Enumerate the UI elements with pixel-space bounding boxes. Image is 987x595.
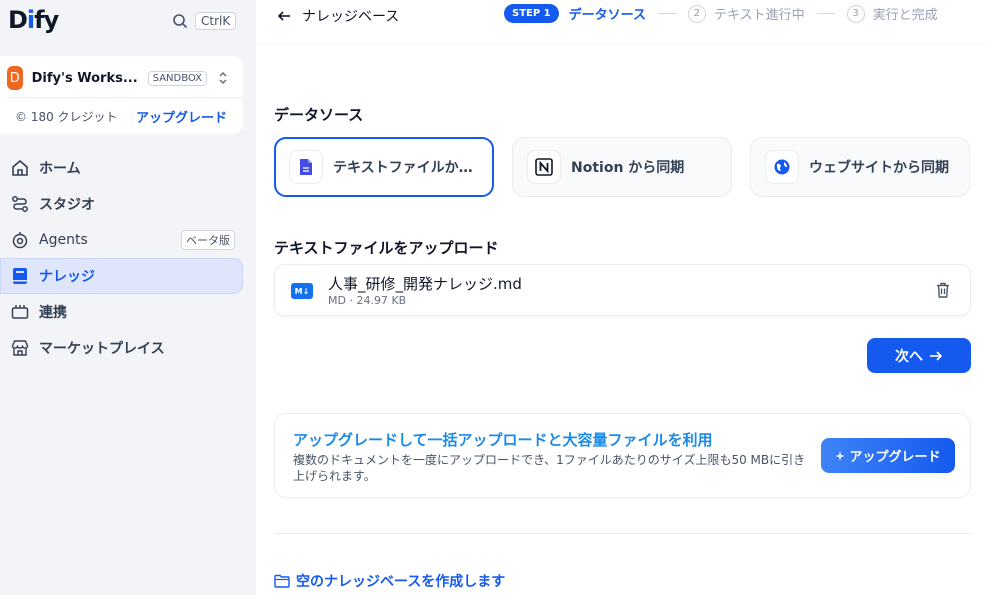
folder-icon xyxy=(274,574,290,588)
search-icon xyxy=(171,12,189,30)
sidebar-nav: ホーム スタジオ Agents ベータ版 ナレッジ 連携 マーケットプレイス xyxy=(0,150,243,366)
sidebar-item-home[interactable]: ホーム xyxy=(0,150,243,186)
sidebar-item-label: 連携 xyxy=(39,305,67,321)
file-meta: MD · 24.97 KB xyxy=(328,294,407,307)
home-icon xyxy=(10,158,30,178)
notion-icon xyxy=(527,150,561,184)
back-label: ナレッジベース xyxy=(302,9,400,25)
source-website[interactable]: ウェブサイトから同期 xyxy=(750,137,970,197)
sidebar-item-marketplace[interactable]: マーケットプレイス xyxy=(0,330,243,366)
promo-upgrade-button[interactable]: アップグレード xyxy=(821,438,955,473)
step-3-label: 実行と完成 xyxy=(872,8,938,23)
step-divider xyxy=(816,13,835,14)
workspace-avatar: D xyxy=(7,66,23,90)
marketplace-icon xyxy=(10,338,30,358)
logo-text-start: D xyxy=(8,6,28,34)
credit-balance: © 180 クレジット xyxy=(15,110,118,124)
step-3-number: 3 xyxy=(846,4,865,23)
main-content: ナレッジベース STEP 1 データソース 2 テキスト進行中 3 実行と完成 … xyxy=(256,0,987,595)
file-name: 人事_研修_開発ナレッジ.md xyxy=(328,275,522,293)
sidebar: Dify CtrlK D Dify's Works... SANDBOX © 1… xyxy=(0,0,256,595)
step-1-label: データソース xyxy=(568,8,646,23)
markdown-icon: M↓ xyxy=(291,283,313,299)
workspace-card: D Dify's Works... SANDBOX © 180 クレジット アッ… xyxy=(0,56,243,134)
next-button[interactable]: 次へ xyxy=(867,338,971,373)
next-label: 次へ xyxy=(895,348,923,365)
sidebar-item-label: Agents xyxy=(39,232,88,248)
sidebar-item-label: ナレッジ xyxy=(39,269,95,285)
upload-title: テキストファイルをアップロード xyxy=(274,239,499,257)
sidebar-item-integration[interactable]: 連携 xyxy=(0,294,243,330)
workspace-switcher[interactable]: D Dify's Works... SANDBOX xyxy=(7,66,229,90)
sidebar-item-label: マーケットプレイス xyxy=(39,341,165,357)
integration-icon xyxy=(10,302,30,322)
file-item: M↓ 人事_研修_開発ナレッジ.md MD · 24.97 KB xyxy=(274,264,971,316)
globe-icon xyxy=(765,150,799,184)
workspace-name: Dify's Works... xyxy=(31,70,138,86)
step-2-label: テキスト進行中 xyxy=(713,8,805,23)
file-icon xyxy=(289,150,323,184)
promo-button-label: アップグレード xyxy=(849,450,941,465)
sidebar-item-knowledge[interactable]: ナレッジ xyxy=(0,258,243,294)
arrow-right-icon xyxy=(929,349,943,363)
beta-badge: ベータ版 xyxy=(181,230,235,250)
section-divider xyxy=(274,533,971,534)
workspace-divider xyxy=(7,97,243,98)
create-empty-knowledge-link[interactable]: 空のナレッジベースを作成します xyxy=(274,571,505,591)
create-empty-label: 空のナレッジベースを作成します xyxy=(296,574,506,590)
source-label: ウェブサイトから同期 xyxy=(809,160,949,176)
search-button[interactable]: CtrlK xyxy=(171,12,237,30)
top-bar: ナレッジベース STEP 1 データソース 2 テキスト進行中 3 実行と完成 xyxy=(256,0,987,44)
sidebar-item-label: ホーム xyxy=(39,161,81,177)
step-1-pill: STEP 1 xyxy=(504,4,559,23)
agents-icon xyxy=(10,230,30,250)
studio-icon xyxy=(10,194,30,214)
source-label: Notion から同期 xyxy=(571,160,685,176)
search-shortcut: CtrlK xyxy=(195,12,237,30)
step-divider xyxy=(657,13,676,14)
knowledge-icon xyxy=(10,266,30,286)
source-notion[interactable]: Notion から同期 xyxy=(512,137,732,197)
app-logo[interactable]: Dify xyxy=(8,6,59,34)
back-button[interactable]: ナレッジベース xyxy=(276,6,399,26)
upgrade-link[interactable]: アップグレード xyxy=(136,107,227,126)
sidebar-item-label: スタジオ xyxy=(39,197,95,213)
arrow-left-icon xyxy=(276,8,292,24)
chevron-updown-icon xyxy=(217,70,229,86)
step-indicator: STEP 1 データソース 2 テキスト進行中 3 実行と完成 xyxy=(504,4,938,23)
upgrade-promo-card: アップグレードして一括アップロードと大容量ファイルを利用 複数のドキュメントを一… xyxy=(274,413,971,498)
source-text-file[interactable]: テキストファイルからインポート xyxy=(274,137,494,197)
promo-description: 複数のドキュメントを一度にアップロードでき、1ファイルあたりのサイズ上限も50 … xyxy=(293,453,806,483)
step-2-number: 2 xyxy=(687,4,706,23)
trash-icon[interactable] xyxy=(934,281,952,299)
sparkle-icon xyxy=(835,450,846,461)
logo-text-end: fy xyxy=(34,6,59,34)
sidebar-item-studio[interactable]: スタジオ xyxy=(0,186,243,222)
source-label: テキストファイルからインポート xyxy=(333,160,485,176)
plan-badge: SANDBOX xyxy=(147,70,207,86)
promo-title: アップグレードして一括アップロードと大容量ファイルを利用 xyxy=(293,431,713,449)
sidebar-item-agents[interactable]: Agents ベータ版 xyxy=(0,222,243,258)
datasource-title: データソース xyxy=(274,106,364,124)
